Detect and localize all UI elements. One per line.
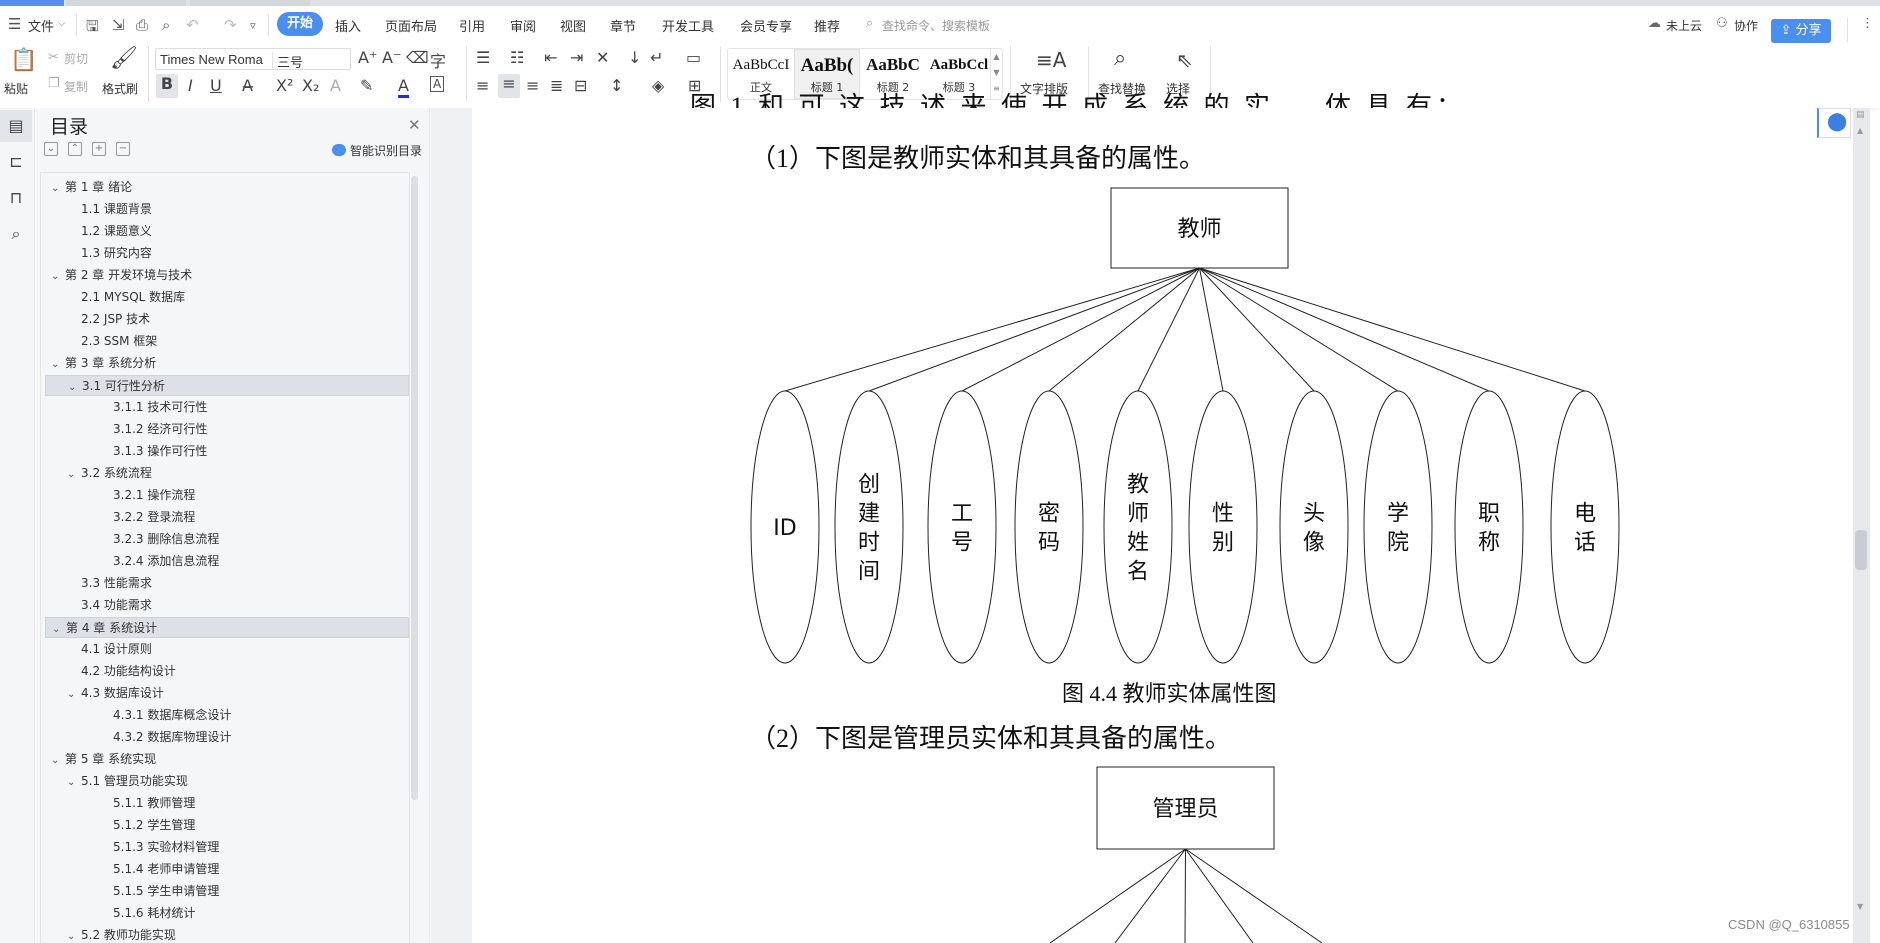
attribute-label: ID (773, 516, 796, 541)
connector-line (1199, 267, 1399, 392)
locate-button[interactable]: ⬤ (1817, 108, 1851, 138)
attribute-label: 电 (1574, 502, 1596, 527)
attribute-label: 别 (1212, 531, 1234, 556)
attribute-label: 建 (858, 502, 880, 527)
scroll-up-icon[interactable]: ▲ (1857, 126, 1863, 135)
attribute-label: 称 (1478, 531, 1500, 556)
vertical-scrollbar[interactable]: ▤ ▲ ▼ (1853, 108, 1870, 943)
attribute-label: 间 (858, 560, 880, 585)
connector-line (1185, 848, 1323, 943)
entity-label: 教师 (1177, 217, 1221, 242)
attribute-ellipse (1550, 390, 1620, 664)
attribute-label: 教 (1127, 473, 1149, 498)
attribute-ellipse (1279, 390, 1349, 664)
connector-line (1199, 267, 1224, 392)
attribute-label: 像 (1303, 531, 1325, 556)
attribute-label: 姓 (1127, 531, 1149, 556)
attribute-ellipse (1103, 390, 1173, 664)
attribute-ellipse (1188, 390, 1258, 664)
entity-label: 管理员 (1152, 797, 1218, 822)
attribute-label: 时 (858, 531, 880, 556)
er-diagram-teacher: 教师ID创建时间工号密码教师姓名性别头像学院职称电话管理员 (750, 187, 1620, 943)
attribute-ellipse (927, 390, 997, 664)
page-icon: ▤ (1856, 110, 1865, 120)
attribute-label: 师 (1127, 502, 1149, 527)
attribute-label: 工 (951, 502, 973, 527)
connector-line (784, 267, 1200, 392)
attribute-label: 密 (1038, 502, 1060, 527)
attribute-label: 院 (1387, 531, 1409, 556)
scrollbar-thumb[interactable] (1855, 530, 1867, 570)
map-pin-icon: ⬤ (1827, 111, 1848, 132)
attribute-ellipse (1454, 390, 1524, 664)
paragraph-2[interactable]: （2）下图是管理员实体和其具备的属性。 (750, 718, 1231, 755)
connector-line (1114, 848, 1186, 943)
connector-line (1199, 267, 1490, 392)
connector-line (868, 267, 1200, 392)
attribute-label: 职 (1478, 502, 1500, 527)
attribute-label: 话 (1574, 531, 1596, 556)
connector-line (961, 267, 1200, 392)
watermark: CSDN @Q_6310855 (1728, 917, 1850, 932)
connector-line (1137, 267, 1200, 392)
scroll-down-icon[interactable]: ▼ (1857, 902, 1863, 911)
figure-caption: 图 4.4 教师实体属性图 (1062, 681, 1277, 706)
connector-line (1048, 267, 1200, 392)
attribute-ellipse (834, 390, 904, 664)
attribute-label: 创 (858, 473, 880, 498)
connector-line (1049, 848, 1186, 943)
connector-line (1185, 848, 1254, 943)
attribute-ellipse (1363, 390, 1433, 664)
attribute-label: 号 (951, 531, 973, 556)
attribute-label: 学 (1387, 502, 1409, 527)
attribute-label: 码 (1038, 531, 1060, 556)
attribute-label: 头 (1303, 502, 1325, 527)
attribute-label: 名 (1127, 560, 1149, 585)
attribute-ellipse (1014, 390, 1084, 664)
connector-line (1184, 848, 1186, 943)
attribute-label: 性 (1212, 502, 1234, 527)
